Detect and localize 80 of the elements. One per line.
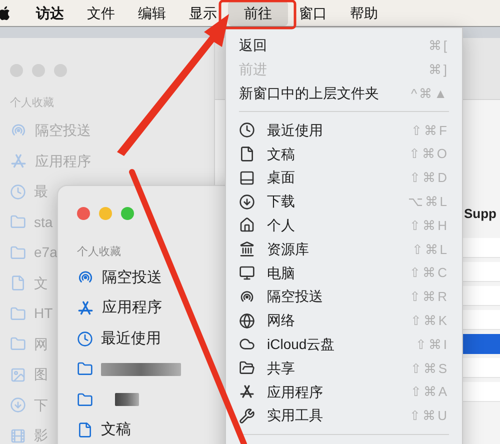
tools-icon bbox=[239, 408, 255, 424]
window-control[interactable] bbox=[10, 64, 23, 77]
app-store-icon bbox=[10, 152, 27, 170]
sidebar-item[interactable]: 隔空投送 bbox=[102, 266, 162, 289]
library-icon bbox=[239, 241, 255, 258]
apple-icon[interactable] bbox=[0, 5, 12, 21]
shortcut-label: ⇧⌘D bbox=[410, 169, 449, 188]
shortcut-label: ⇧⌘O bbox=[408, 145, 449, 164]
sidebar-item[interactable]: 应用程序 bbox=[102, 297, 162, 320]
folder-icon bbox=[10, 306, 26, 322]
download-icon bbox=[10, 397, 26, 414]
menu-item[interactable]: 隔空投送 ⇧⌘R bbox=[231, 284, 457, 309]
shortcut-label: ⇧⌘C bbox=[410, 264, 449, 282]
window-control[interactable] bbox=[77, 207, 90, 220]
folder-icon bbox=[10, 244, 26, 261]
menu-title[interactable]: 显示 bbox=[189, 0, 217, 26]
document-icon bbox=[77, 422, 93, 438]
redacted-label bbox=[115, 393, 139, 406]
image-icon bbox=[10, 366, 26, 383]
menu-item[interactable]: 资源库 ⇧⌘L bbox=[231, 237, 457, 262]
film-icon bbox=[10, 428, 26, 444]
clock-icon bbox=[10, 184, 26, 200]
menu-item[interactable]: 网络 ⇧⌘K bbox=[231, 308, 457, 333]
shortcut-label: ⇧⌘A bbox=[410, 383, 449, 402]
desktop-icon bbox=[239, 170, 255, 186]
menu-item[interactable]: 新窗口中的上层文件夹 ^⌘▲ bbox=[231, 82, 457, 106]
app-store-icon bbox=[77, 300, 94, 317]
download-icon bbox=[239, 194, 255, 210]
shortcut-label: ⇧⌘K bbox=[410, 312, 449, 330]
sidebar-item[interactable]: 最近使用 bbox=[101, 328, 161, 350]
menu-title[interactable]: 帮助 bbox=[350, 0, 378, 26]
document-icon bbox=[10, 275, 26, 292]
cloud-icon bbox=[239, 336, 255, 352]
menu-item[interactable]: 文稿 ⇧⌘O bbox=[231, 142, 457, 166]
window-control[interactable] bbox=[99, 207, 112, 220]
menu-item[interactable]: 桌面 ⇧⌘D bbox=[231, 166, 457, 190]
folder-icon bbox=[77, 392, 93, 408]
window-control[interactable] bbox=[121, 207, 134, 220]
section-heading: 个人收藏 bbox=[77, 244, 122, 260]
menu-item[interactable]: 下载 ⌥⌘L bbox=[231, 190, 457, 214]
shared-folder-icon bbox=[239, 360, 255, 376]
section-heading: 个人收藏 bbox=[10, 96, 55, 111]
shortcut-label: ⌥⌘L bbox=[408, 192, 449, 211]
menu-title[interactable]: 文件 bbox=[87, 0, 115, 26]
menu-item[interactable]: 返回 ⌘[ bbox=[231, 34, 457, 58]
sidebar-item[interactable]: 文稿 bbox=[101, 419, 131, 442]
menu-title[interactable]: 编辑 bbox=[138, 0, 166, 26]
menu-item[interactable]: 实用工具 ⇧⌘U bbox=[231, 404, 457, 428]
menu-item[interactable]: 电脑 ⇧⌘C bbox=[231, 261, 457, 285]
shortcut-label: ⇧⌘R bbox=[410, 288, 449, 306]
shortcut-label: ⇧⌘S bbox=[410, 360, 449, 378]
shortcut-label: ⌘] bbox=[428, 60, 449, 79]
menu-item[interactable]: 共享 ⇧⌘S bbox=[231, 356, 457, 380]
shortcut-label: ^⌘▲ bbox=[411, 84, 449, 103]
shortcut-label: ⇧⌘I bbox=[415, 336, 449, 354]
clock-icon bbox=[77, 330, 93, 347]
shortcut-label: ⇧⌘L bbox=[412, 240, 449, 259]
menu-item[interactable]: 最近使用 ⇧⌘F bbox=[231, 118, 457, 142]
menu-item[interactable]: 个人 ⇧⌘H bbox=[231, 214, 457, 238]
menu-item[interactable]: iCloud云盘 ⇧⌘I bbox=[231, 332, 457, 356]
window-control[interactable] bbox=[32, 64, 45, 77]
folder-icon bbox=[10, 336, 26, 352]
folder-icon bbox=[10, 214, 26, 230]
globe-icon bbox=[239, 312, 255, 329]
menu-item[interactable]: 应用程序 ⇧⌘A bbox=[231, 380, 457, 404]
menu-title[interactable]: 前往 bbox=[228, 0, 288, 26]
content-heading: Supp bbox=[464, 206, 496, 221]
home-icon bbox=[239, 217, 255, 234]
shortcut-label: ⇧⌘H bbox=[410, 216, 449, 235]
computer-icon bbox=[239, 265, 255, 282]
shortcut-label: ⇧⌘U bbox=[410, 407, 449, 426]
clock-icon bbox=[239, 122, 255, 138]
window-control[interactable] bbox=[54, 64, 67, 77]
shortcut-label: ⇧⌘F bbox=[411, 122, 449, 140]
shortcut-label: ⌘[ bbox=[428, 37, 449, 56]
app-store-icon bbox=[239, 384, 255, 400]
document-icon bbox=[239, 146, 255, 162]
menu-title[interactable]: 访达 bbox=[36, 0, 64, 26]
folder-icon bbox=[77, 361, 93, 378]
menu-title[interactable]: 窗口 bbox=[299, 0, 327, 26]
